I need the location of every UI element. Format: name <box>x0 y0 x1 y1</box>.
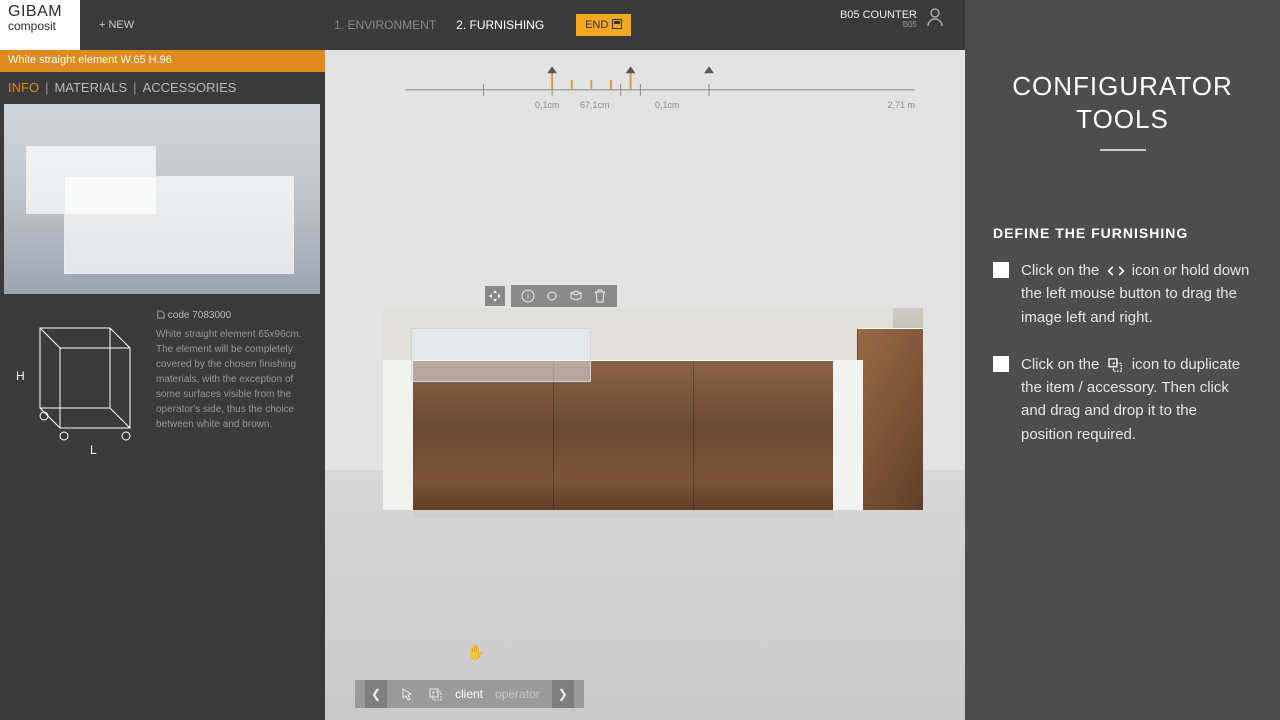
ruler-right-label: 0,1cm <box>655 100 680 110</box>
user-code: B05 <box>840 21 917 29</box>
drag-arrows-icon[interactable] <box>485 286 505 306</box>
select-tool-icon[interactable] <box>399 686 415 702</box>
bottom-toolbar: ❮ client operator ❯ <box>355 680 584 708</box>
help-title: CONFIGURATORTOOLS <box>993 70 1252 135</box>
view-mode-operator[interactable]: operator <box>495 687 540 701</box>
tab-accessories[interactable]: ACCESSORIES <box>143 80 237 95</box>
ruler-total-label: 2,71 m <box>887 100 915 110</box>
selection-toolbar: i <box>485 285 617 307</box>
item-code: code 7083000 <box>156 308 315 323</box>
rotate-icon[interactable] <box>545 289 559 303</box>
copy-tool-icon[interactable] <box>427 686 443 702</box>
end-button[interactable]: END <box>576 14 631 36</box>
square-bullet-icon <box>993 262 1009 278</box>
viewport-canvas[interactable]: 0,1cm 67,1cm 0,1cm 2,71 m i ✋ ❮ client o… <box>325 50 965 720</box>
prev-button[interactable]: ❮ <box>365 680 387 708</box>
dimension-ruler: 0,1cm 67,1cm 0,1cm 2,71 m <box>405 58 915 108</box>
delete-icon[interactable] <box>593 289 607 303</box>
next-button[interactable]: ❯ <box>552 680 574 708</box>
help-tip-duplicate: Click on the icon to duplicate the item … <box>993 353 1252 446</box>
step-environment[interactable]: 1. ENVIRONMENT <box>334 18 436 32</box>
brand-line2: composit <box>8 20 72 32</box>
hand-cursor-icon: ✋ <box>467 644 484 661</box>
left-right-chevrons-icon <box>1107 264 1125 278</box>
rendered-counter[interactable] <box>383 308 923 528</box>
top-bar: GIBAM composit + NEW 1. ENVIRONMENT 2. F… <box>0 0 965 50</box>
info-icon[interactable]: i <box>521 289 535 303</box>
user-icon <box>925 7 945 32</box>
dimension-diagram: H L <box>10 308 140 458</box>
ruler-center-label: 67,1cm <box>580 100 610 110</box>
height-label: H <box>16 369 25 383</box>
tab-materials[interactable]: MATERIALS <box>54 80 127 95</box>
duplicate-icon[interactable] <box>569 289 583 303</box>
view-mode-client[interactable]: client <box>455 687 483 701</box>
brand-line1: GIBAM <box>8 4 72 20</box>
help-tip-drag: Click on the icon or hold down the left … <box>993 259 1252 329</box>
panel-tabs: INFO | MATERIALS | ACCESSORIES <box>0 72 325 102</box>
step-furnishing[interactable]: 2. FURNISHING <box>456 18 544 32</box>
info-panel: INFO | MATERIALS | ACCESSORIES H L <box>0 72 325 720</box>
brand-logo: GIBAM composit <box>0 0 80 50</box>
user-account[interactable]: B05 COUNTER B05 <box>840 7 945 32</box>
svg-text:i: i <box>527 291 529 301</box>
square-bullet-icon <box>993 356 1009 372</box>
help-panel: CONFIGURATORTOOLS DEFINE THE FURNISHING … <box>965 0 1280 720</box>
duplicate-help-icon <box>1107 358 1125 372</box>
tab-info[interactable]: INFO <box>8 80 39 95</box>
new-project-button[interactable]: + NEW <box>94 19 134 31</box>
help-section-heading: DEFINE THE FURNISHING <box>993 225 1252 241</box>
length-label: L <box>90 443 97 457</box>
item-thumbnail <box>4 104 320 294</box>
item-description: code 7083000 White straight element 65x9… <box>156 308 315 458</box>
ruler-left-label: 0,1cm <box>535 100 560 110</box>
save-icon <box>612 19 622 32</box>
